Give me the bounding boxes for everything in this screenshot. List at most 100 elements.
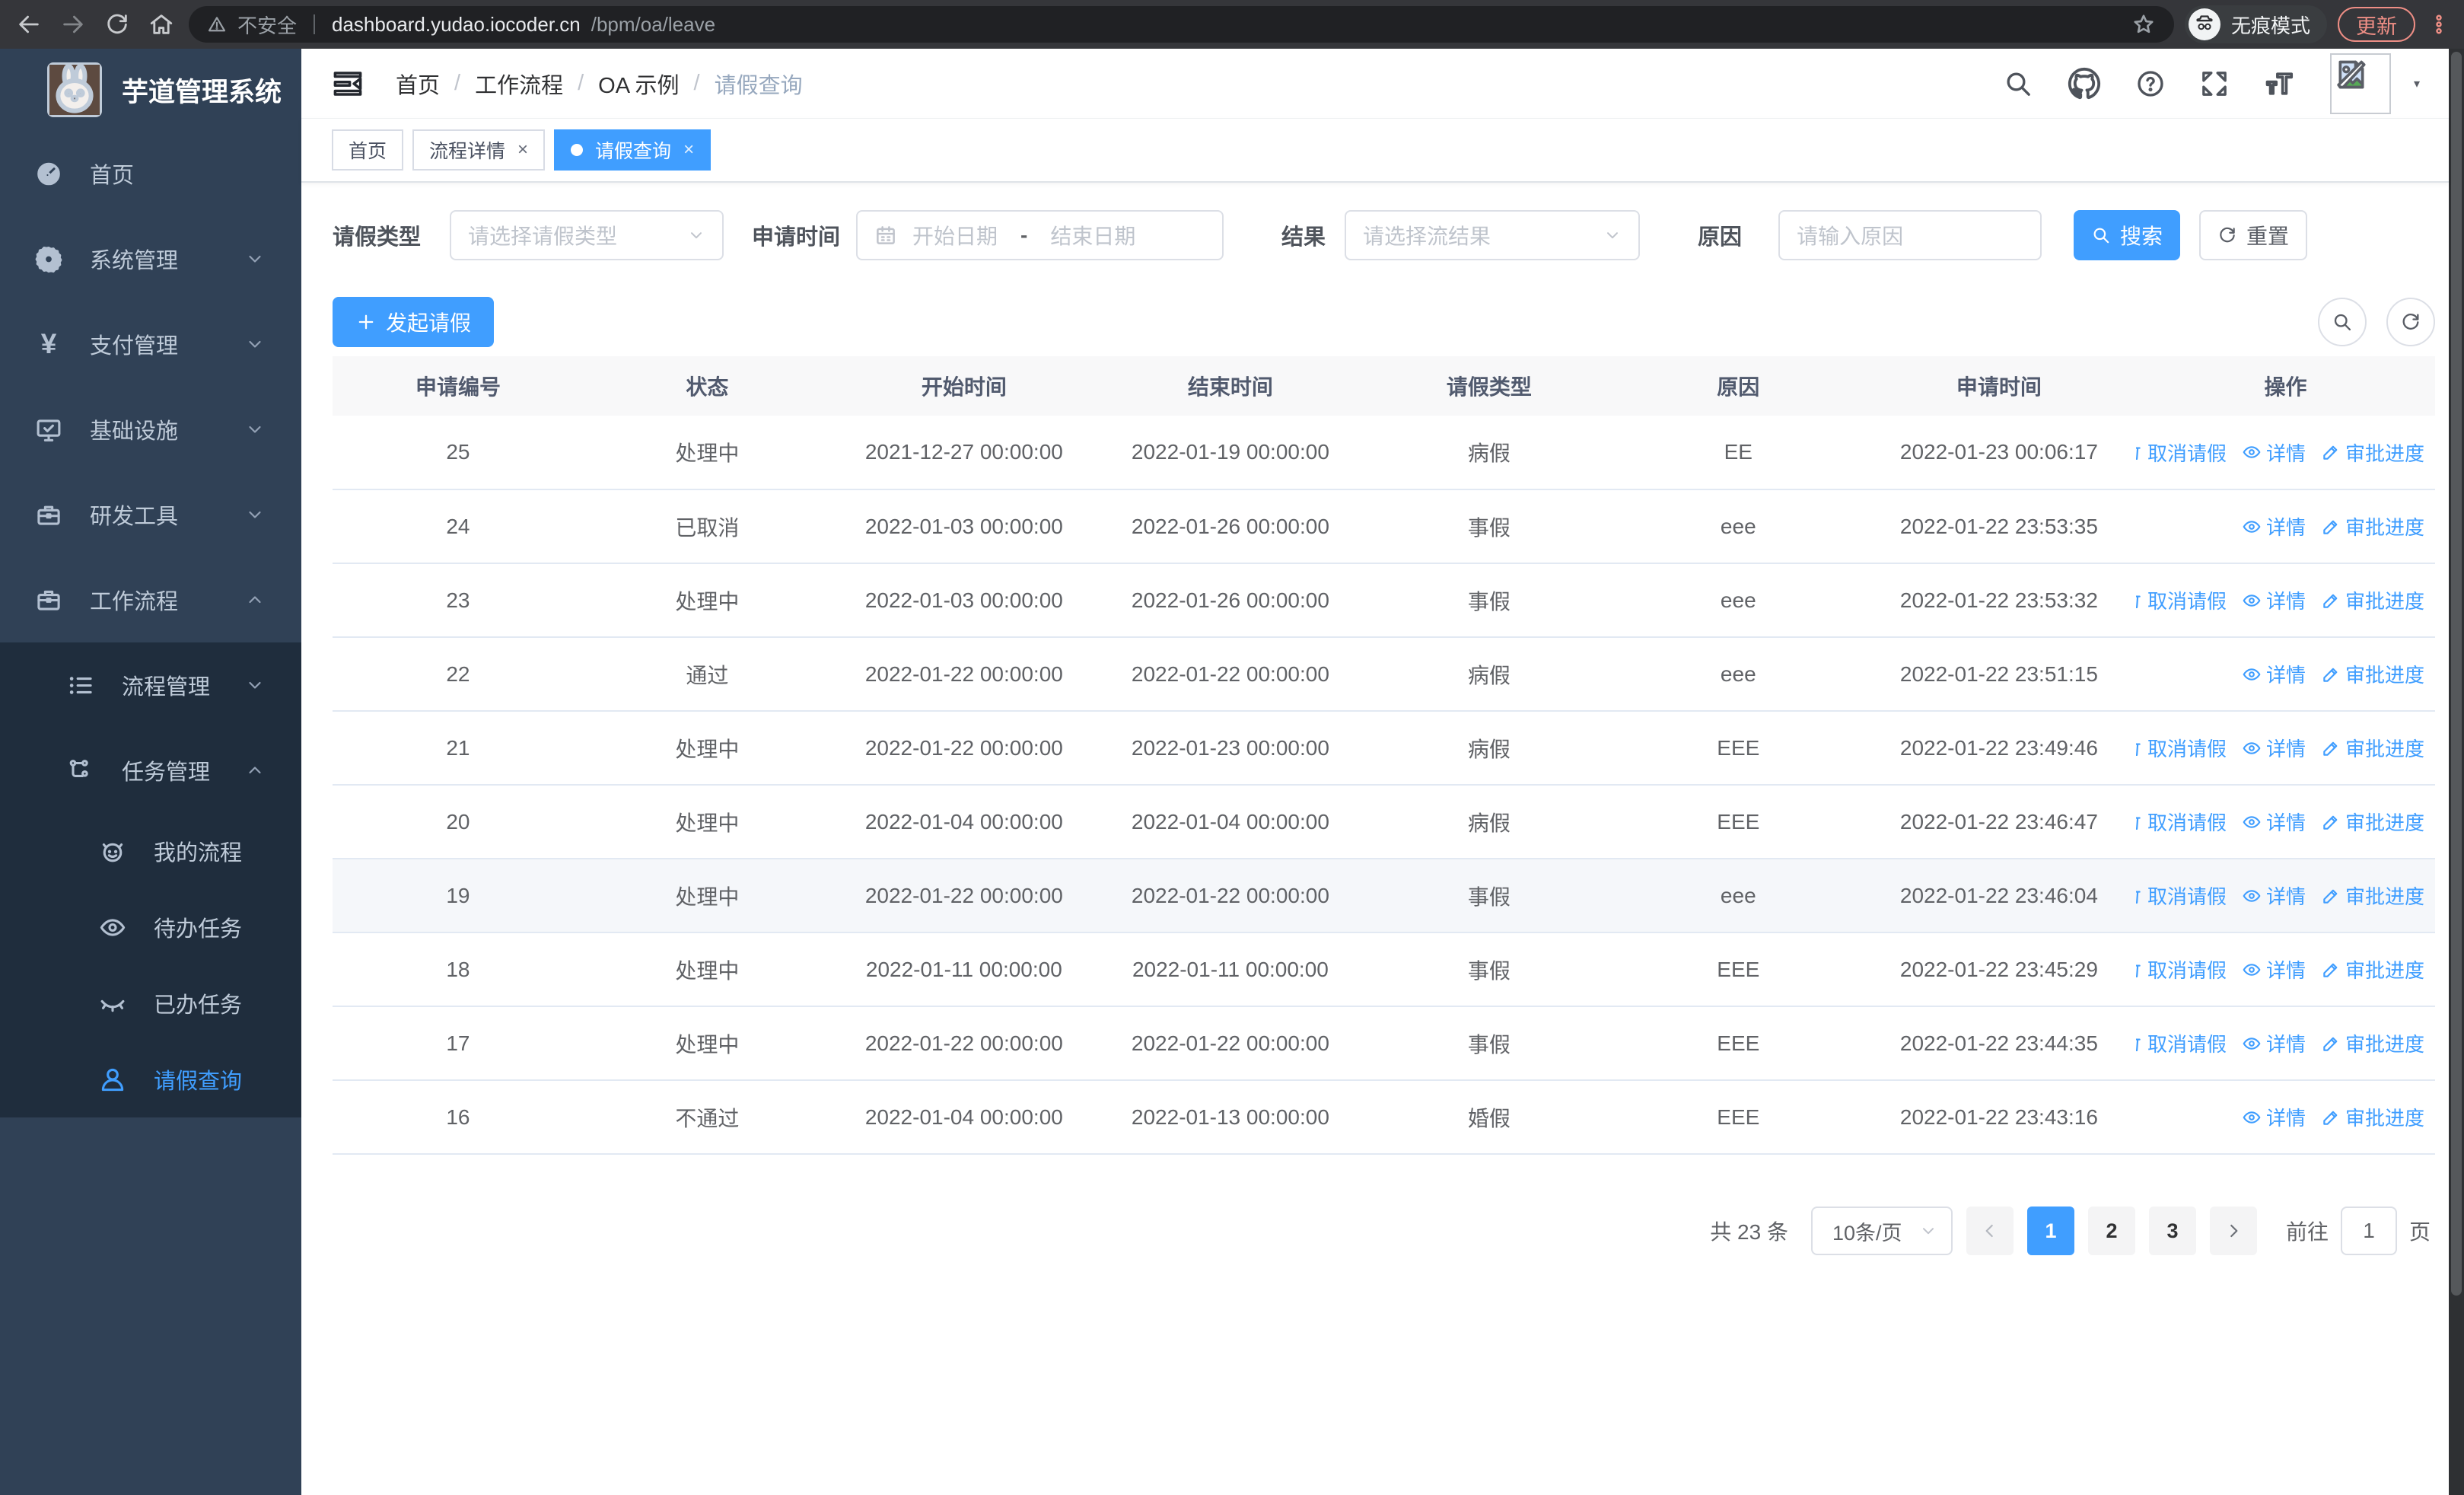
search-icon bbox=[2091, 225, 2111, 245]
page-size-select[interactable]: 10条/页 bbox=[1810, 1207, 1953, 1255]
browser-back-icon[interactable] bbox=[12, 8, 46, 41]
detail-link[interactable]: 详情 bbox=[2242, 660, 2306, 688]
detail-link[interactable]: 详情 bbox=[2242, 955, 2306, 983]
detail-link[interactable]: 详情 bbox=[2242, 1103, 2306, 1131]
detail-link[interactable]: 详情 bbox=[2242, 808, 2306, 836]
detail-link[interactable]: 详情 bbox=[2242, 512, 2306, 540]
approval-progress-link[interactable]: 审批进度 bbox=[2321, 586, 2424, 614]
bookmark-star-icon[interactable] bbox=[2131, 12, 2156, 37]
browser-home-icon[interactable] bbox=[145, 8, 178, 41]
approval-progress-link[interactable]: 审批进度 bbox=[2321, 1029, 2424, 1057]
gear-icon bbox=[30, 245, 67, 273]
cancel-leave-link[interactable]: 取消请假 bbox=[2136, 438, 2227, 467]
eye-icon bbox=[2242, 960, 2262, 980]
row-actions: 详情 审批进度 bbox=[2136, 512, 2435, 540]
prev-page-button[interactable] bbox=[1966, 1207, 2014, 1255]
sidebar-collapse-icon[interactable] bbox=[332, 68, 364, 100]
detail-link[interactable]: 详情 bbox=[2242, 881, 2306, 910]
sidebar-item-基础设施[interactable]: 基础设施 bbox=[0, 387, 301, 472]
cancel-leave-link[interactable]: 取消请假 bbox=[2136, 734, 2227, 762]
detail-link[interactable]: 详情 bbox=[2242, 586, 2306, 614]
cancel-leave-link[interactable]: 取消请假 bbox=[2136, 955, 2227, 983]
browser-menu-icon[interactable] bbox=[2426, 13, 2452, 36]
approval-progress-link[interactable]: 审批进度 bbox=[2321, 808, 2424, 836]
cell-end: 2022-01-19 00:00:00 bbox=[1097, 416, 1364, 490]
reason-input[interactable]: 请输入原因 bbox=[1778, 210, 2042, 260]
scrollbar-thumb[interactable] bbox=[2451, 52, 2462, 1296]
approval-progress-link[interactable]: 审批进度 bbox=[2321, 660, 2424, 688]
page-button-2[interactable]: 2 bbox=[2087, 1207, 2135, 1255]
font-size-icon[interactable] bbox=[2263, 67, 2297, 100]
sidebar-item-请假查询[interactable]: 请假查询 bbox=[0, 1041, 301, 1117]
search-button[interactable]: 搜索 bbox=[2074, 210, 2181, 260]
sidebar-item-系统管理[interactable]: 系统管理 bbox=[0, 216, 301, 301]
approval-progress-link[interactable]: 审批进度 bbox=[2321, 734, 2424, 762]
approval-progress-link[interactable]: 审批进度 bbox=[2321, 1103, 2424, 1131]
sidebar-item-支付管理[interactable]: ¥ 支付管理 bbox=[0, 301, 301, 387]
next-page-button[interactable] bbox=[2209, 1207, 2257, 1255]
leave-type-select[interactable]: 请选择请假类型 bbox=[450, 210, 724, 260]
action-label: 取消请假 bbox=[2147, 1033, 2227, 1056]
sidebar-item-label: 支付管理 bbox=[90, 334, 179, 359]
refresh-table-button[interactable] bbox=[2386, 298, 2435, 346]
detail-link[interactable]: 详情 bbox=[2242, 1029, 2306, 1057]
sidebar-item-任务管理[interactable]: 任务管理 bbox=[0, 728, 301, 813]
cancel-leave-link[interactable]: 取消请假 bbox=[2136, 586, 2227, 614]
browser-update-button[interactable]: 更新 bbox=[2338, 7, 2415, 42]
cancel-leave-link[interactable]: 取消请假 bbox=[2136, 808, 2227, 836]
cell-status: 处理中 bbox=[583, 416, 831, 490]
tab-首页[interactable]: 首页 bbox=[332, 129, 404, 171]
address-bar[interactable]: 不安全 dashboard.yudao.iocoder.cn/bpm/oa/le… bbox=[189, 6, 2174, 43]
header-search-icon[interactable] bbox=[2003, 69, 2033, 99]
help-icon[interactable] bbox=[2135, 69, 2166, 99]
date-start-placeholder: 开始日期 bbox=[912, 225, 998, 248]
page-button-3[interactable]: 3 bbox=[2148, 1207, 2196, 1255]
sidebar-item-首页[interactable]: 首页 bbox=[0, 131, 301, 216]
result-select[interactable]: 请选择流结果 bbox=[1345, 210, 1641, 260]
browser-forward-icon[interactable] bbox=[56, 8, 90, 41]
url-host: dashboard.yudao.iocoder.cn bbox=[332, 12, 581, 36]
breadcrumb-item[interactable]: OA 示例 bbox=[598, 68, 679, 100]
cancel-leave-link[interactable]: 取消请假 bbox=[2136, 1029, 2227, 1057]
approval-progress-link[interactable]: 审批进度 bbox=[2321, 438, 2424, 467]
sidebar-item-流程管理[interactable]: 流程管理 bbox=[0, 642, 301, 728]
dashboard-icon bbox=[30, 160, 67, 188]
cancel-leave-link[interactable]: 取消请假 bbox=[2136, 881, 2227, 910]
sidebar-item-工作流程[interactable]: 工作流程 bbox=[0, 557, 301, 642]
breadcrumb-item[interactable]: 工作流程 bbox=[475, 68, 563, 100]
date-range-separator: - bbox=[1020, 223, 1028, 247]
create-leave-button[interactable]: 发起请假 bbox=[333, 297, 495, 347]
toolbox-icon bbox=[30, 501, 67, 529]
approval-progress-link[interactable]: 审批进度 bbox=[2321, 512, 2424, 540]
sidebar-item-已办任务[interactable]: 已办任务 bbox=[0, 965, 301, 1041]
detail-link[interactable]: 详情 bbox=[2242, 438, 2306, 467]
goto-page-input[interactable]: 1 bbox=[2340, 1207, 2397, 1255]
approval-progress-link[interactable]: 审批进度 bbox=[2321, 955, 2424, 983]
cell-reason: EEE bbox=[1614, 711, 1862, 786]
browser-reload-icon[interactable] bbox=[100, 8, 134, 41]
avatar-caret-icon[interactable]: ▾ bbox=[2414, 78, 2420, 91]
show-search-toggle-button[interactable] bbox=[2318, 298, 2367, 346]
fullscreen-icon[interactable] bbox=[2199, 69, 2230, 99]
avatar[interactable] bbox=[2329, 53, 2391, 114]
page-scrollbar[interactable] bbox=[2449, 49, 2464, 1495]
tab-close-icon[interactable]: × bbox=[683, 139, 694, 161]
cell-status: 已取消 bbox=[583, 489, 831, 564]
tab-close-icon[interactable]: × bbox=[517, 139, 528, 161]
incognito-label: 无痕模式 bbox=[2230, 14, 2310, 37]
breadcrumb-item[interactable]: 首页 bbox=[396, 68, 440, 100]
table-row: 23 处理中 2022-01-03 00:00:00 2022-01-26 00:00… bbox=[333, 563, 2435, 638]
tab-流程详情[interactable]: 流程详情 × bbox=[412, 129, 546, 171]
apply-time-range-picker[interactable]: 开始日期 - 结束日期 bbox=[856, 210, 1224, 260]
reset-button[interactable]: 重置 bbox=[2199, 210, 2308, 260]
sidebar-item-研发工具[interactable]: 研发工具 bbox=[0, 472, 301, 557]
approval-progress-link[interactable]: 审批进度 bbox=[2321, 881, 2424, 910]
sidebar-item-待办任务[interactable]: 待办任务 bbox=[0, 889, 301, 965]
sidebar-item-我的流程[interactable]: 我的流程 bbox=[0, 813, 301, 889]
page-button-1[interactable]: 1 bbox=[2026, 1207, 2074, 1255]
sidebar-item-label: 我的流程 bbox=[154, 841, 243, 865]
tab-请假查询[interactable]: 请假查询 × bbox=[554, 129, 712, 171]
cell-applied: 2022-01-22 23:44:35 bbox=[1861, 1006, 2137, 1081]
detail-link[interactable]: 详情 bbox=[2242, 734, 2306, 762]
github-icon[interactable] bbox=[2067, 66, 2102, 101]
